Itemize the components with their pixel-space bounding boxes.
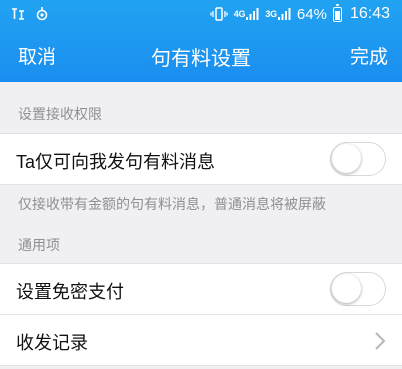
- network-right-label: 3G: [265, 8, 277, 19]
- chevron-right-icon: [374, 331, 386, 351]
- vibrate-icon: [210, 7, 228, 21]
- password-free-label: 设置免密支付: [16, 282, 124, 302]
- settings-icon: [34, 6, 50, 22]
- network-3g-signal-icon: 3G: [265, 7, 291, 21]
- battery-fill: [334, 11, 340, 20]
- receive-only-setting-row[interactable]: Ta仅可向我发句有料消息: [0, 133, 402, 185]
- receive-only-description: 仅接收带有金额的句有料消息，普通消息将被屏蔽: [18, 196, 326, 212]
- battery-icon: [332, 3, 342, 22]
- password-free-payment-row[interactable]: 设置免密支付: [0, 263, 402, 315]
- toggle-knob: [332, 144, 361, 173]
- battery-percent: 64%: [296, 5, 327, 23]
- transaction-records-row[interactable]: 收发记录: [0, 314, 402, 366]
- password-free-toggle[interactable]: [330, 272, 386, 306]
- network-4g-signal-icon: 4G: [234, 7, 260, 21]
- network-left-label: 4G: [233, 8, 246, 19]
- signal-icon: [10, 6, 26, 22]
- status-right: 4G 3G 64% 16:43: [210, 3, 390, 23]
- status-left: [10, 6, 50, 22]
- receive-only-toggle[interactable]: [330, 142, 386, 176]
- receive-only-label: Ta仅可向我发句有料消息: [16, 152, 216, 172]
- section-header-general: 通用项: [18, 237, 60, 253]
- nav-bar: 取消 句有料设置 完成: [0, 30, 402, 82]
- done-button[interactable]: 完成: [350, 42, 388, 69]
- page-title: 句有料设置: [151, 48, 251, 70]
- status-bar: 4G 3G 64% 16:43: [0, 0, 402, 30]
- section-header-receive-permission: 设置接收权限: [18, 106, 102, 122]
- toggle-knob: [332, 274, 361, 303]
- clock: 16:43: [349, 5, 390, 22]
- top-bar: 4G 3G 64% 16:43 取消 句有料设置 完成: [0, 0, 402, 82]
- transaction-records-label: 收发记录: [16, 333, 88, 353]
